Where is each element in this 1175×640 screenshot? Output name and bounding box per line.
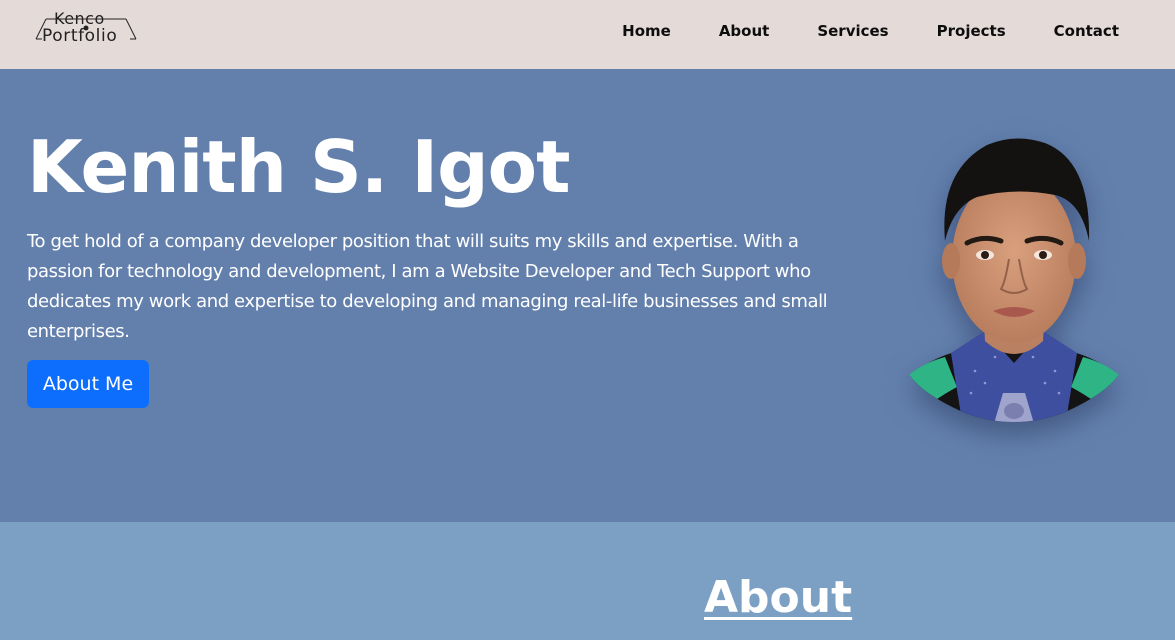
portrait-image [905, 138, 1123, 422]
about-heading: About [704, 572, 853, 623]
nav-contact[interactable]: Contact [1054, 22, 1119, 40]
about-section: About [0, 522, 1175, 640]
logo[interactable]: Kenco Portfolio [34, 9, 138, 49]
nav-services[interactable]: Services [817, 22, 888, 40]
nav-projects[interactable]: Projects [937, 22, 1006, 40]
hero-description: To get hold of a company developer posit… [27, 231, 828, 342]
profile-photo [905, 131, 1123, 427]
main-nav: Home About Services Projects Contact [622, 22, 1119, 40]
hero-name: Kenith S. Igot [27, 125, 571, 209]
about-me-button[interactable]: About Me [27, 360, 149, 408]
logo-line2: Portfolio [42, 26, 118, 46]
nav-about[interactable]: About [719, 22, 770, 40]
nav-home[interactable]: Home [622, 22, 671, 40]
navbar: Kenco Portfolio Home About Services Proj… [0, 0, 1175, 69]
hero-section: Kenith S. Igot To get hold of a company … [0, 69, 1175, 522]
